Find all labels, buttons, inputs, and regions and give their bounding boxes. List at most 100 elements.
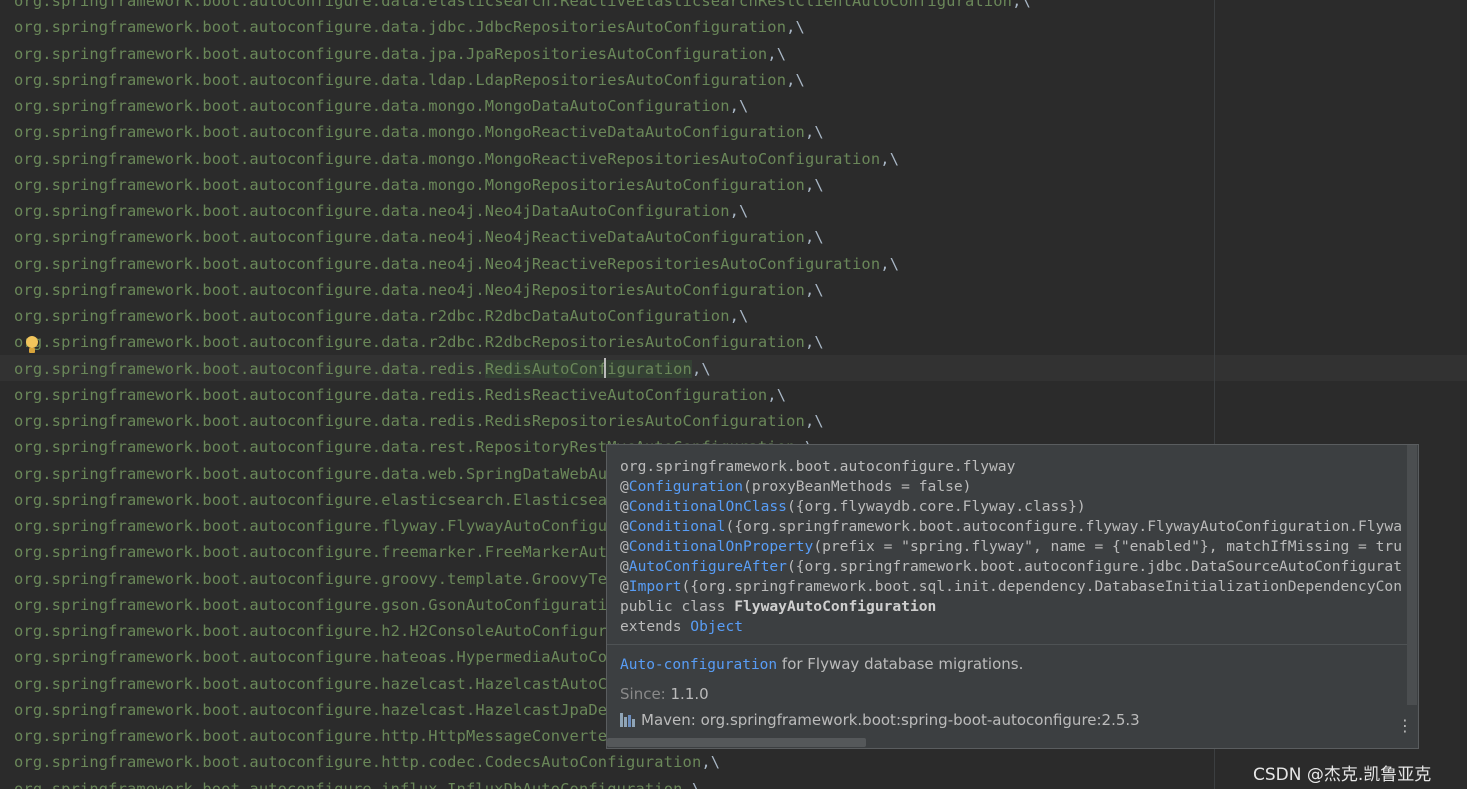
- code-text: org.springframework.boot.autoconfigure.d…: [14, 18, 787, 37]
- code-line[interactable]: org.springframework.boot.autoconfigure.h…: [14, 618, 673, 644]
- code-line[interactable]: org.springframework.boot.autoconfigure.d…: [14, 224, 824, 250]
- code-text: org.springframework.boot.autoconfigure.d…: [14, 254, 881, 273]
- maven-library-icon: [620, 713, 636, 727]
- text-caret: [604, 358, 606, 378]
- description-link[interactable]: Auto-configuration: [620, 657, 777, 673]
- code-line[interactable]: org.springframework.boot.autoconfigure.d…: [14, 146, 899, 172]
- code-line[interactable]: org.springframework.boot.autoconfigure.i…: [14, 776, 701, 789]
- vertical-scrollbar[interactable]: [1407, 445, 1417, 705]
- documentation-description: Auto-configuration for Flyway database m…: [620, 655, 1023, 673]
- code-line[interactable]: org.springframework.boot.autoconfigure.d…: [14, 303, 748, 329]
- code-line[interactable]: org.springframework.boot.autoconfigure.d…: [14, 408, 824, 434]
- code-line[interactable]: org.springframework.boot.autoconfigure.d…: [14, 277, 824, 303]
- line-continuation: ,\: [682, 779, 702, 789]
- code-text: org.springframework.boot.autoconfigure.d…: [14, 149, 881, 168]
- annotation-args: (prefix = "spring.flyway", name = {"enab…: [813, 538, 1402, 555]
- code-text: org.springframework.boot.autoconfigure.f…: [14, 517, 664, 535]
- line-continuation: ,\: [729, 97, 749, 115]
- description-text: for Flyway database migrations.: [777, 655, 1024, 673]
- line-continuation: ,\: [804, 412, 824, 430]
- line-continuation: ,\: [1012, 0, 1031, 10]
- line-continuation: ,\: [880, 254, 900, 273]
- quick-documentation-popup[interactable]: org.springframework.boot.autoconfigure.f…: [606, 444, 1419, 749]
- extends-prefix: extends: [620, 618, 691, 635]
- code-line[interactable]: org.springframework.boot.autoconfigure.d…: [14, 0, 1031, 14]
- line-continuation: ,\: [880, 149, 900, 168]
- code-text: org.springframework.boot.autoconfigure.d…: [14, 44, 768, 63]
- code-line[interactable]: org.springframework.boot.autoconfigure.d…: [14, 251, 899, 277]
- code-line[interactable]: org.springframework.boot.autoconfigure.f…: [14, 513, 683, 539]
- maven-info: Maven: org.springframework.boot:spring-b…: [620, 711, 1140, 729]
- code-line[interactable]: org.springframework.boot.autoconfigure.g…: [14, 592, 645, 618]
- divider: [607, 644, 1408, 645]
- annotation-link[interactable]: ConditionalOnClass: [629, 498, 787, 515]
- line-continuation: ,\: [729, 202, 749, 220]
- code-text: org.springframework.boot.autoconfigure.g…: [14, 595, 627, 614]
- annotation-at: @: [620, 498, 629, 515]
- documentation-signature: org.springframework.boot.autoconfigure.f…: [620, 457, 1410, 637]
- since-info: Since: 1.1.0: [620, 685, 709, 703]
- code-line[interactable]: org.springframework.boot.autoconfigure.d…: [14, 14, 805, 40]
- line-continuation: ,\: [804, 280, 824, 299]
- code-text: org.springframework.boot.autoconfigure.d…: [14, 385, 768, 404]
- since-label: Since:: [620, 685, 666, 703]
- code-text: org.springframework.boot.autoconfigure.d…: [14, 412, 805, 430]
- since-value: 1.1.0: [670, 685, 709, 703]
- code-line[interactable]: org.springframework.boot.autoconfigure.d…: [14, 119, 824, 145]
- code-text: org.springframework.boot.autoconfigure.d…: [14, 280, 805, 299]
- annotation-link[interactable]: ConditionalOnProperty: [629, 538, 814, 555]
- annotation-link[interactable]: AutoConfigureAfter: [629, 558, 787, 575]
- code-text: org.springframework.boot.autoconfigure.d…: [14, 228, 805, 247]
- code-line[interactable]: org.springframework.boot.autoconfigure.d…: [14, 41, 786, 67]
- line-continuation: ,\: [804, 228, 824, 247]
- annotation-args: ({org.springframework.boot.sql.init.depe…: [681, 578, 1402, 595]
- code-line[interactable]: org.springframework.boot.autoconfigure.d…: [14, 198, 748, 224]
- annotation-at: @: [620, 578, 629, 595]
- horizontal-scrollbar[interactable]: [607, 738, 866, 747]
- line-continuation: ,\: [701, 753, 721, 772]
- code-text: org.springframework.boot.autoconfigure.d…: [14, 0, 1013, 10]
- code-line[interactable]: org.springframework.boot.autoconfigure.d…: [14, 93, 748, 119]
- annotation-link[interactable]: Configuration: [629, 478, 743, 495]
- annotation-line: @AutoConfigureAfter({org.springframework…: [620, 557, 1410, 577]
- line-continuation: ,\: [804, 333, 824, 352]
- code-text: org.springframework.boot.autoconfigure.d…: [14, 307, 730, 325]
- code-line[interactable]: org.springframework.boot.autoconfigure.d…: [14, 172, 824, 198]
- code-text: org.springframework.boot.autoconfigure.d…: [14, 70, 787, 89]
- annotation-link[interactable]: Import: [629, 578, 682, 595]
- line-continuation: ,\: [804, 123, 824, 142]
- code-text: org.springframework.boot.autoconfigure.h…: [14, 622, 655, 640]
- line-continuation: ,\: [804, 175, 824, 194]
- lightbulb-icon[interactable]: [25, 336, 39, 354]
- code-text: org.springframework.boot.autoconfigure.d…: [14, 175, 805, 194]
- annotation-line: @ConditionalOnClass({org.flywaydb.core.F…: [620, 497, 1410, 517]
- code-text: org.springframework.boot.autoconfigure.d…: [14, 333, 805, 352]
- code-line[interactable]: org.springframework.boot.autoconfigure.d…: [14, 356, 711, 382]
- code-line[interactable]: org.springframework.boot.autoconfigure.d…: [14, 67, 805, 93]
- watermark: CSDN @杰克.凯鲁亚克: [1253, 765, 1432, 785]
- annotation-at: @: [620, 478, 629, 495]
- maven-coordinates: Maven: org.springframework.boot:spring-b…: [641, 711, 1140, 729]
- code-text: org.springframework.boot.autoconfigure.d…: [14, 202, 730, 220]
- code-text: org.springframework.boot.autoconfigure.h…: [14, 753, 702, 772]
- annotation-link[interactable]: Conditional: [629, 518, 726, 535]
- code-line[interactable]: org.springframework.boot.autoconfigure.d…: [14, 382, 786, 408]
- class-name: FlywayAutoConfiguration: [734, 598, 937, 615]
- annotation-args: ({org.springframework.boot.autoconfigure…: [786, 558, 1402, 575]
- annotation-line: @Configuration(proxyBeanMethods = false): [620, 477, 1410, 497]
- line-continuation: ,\: [786, 18, 805, 37]
- annotation-args: (proxyBeanMethods = false): [743, 478, 972, 495]
- annotation-line: @ConditionalOnProperty(prefix = "spring.…: [620, 537, 1410, 557]
- line-continuation: ,\: [767, 44, 787, 63]
- line-continuation: ,\: [786, 70, 805, 89]
- highlighted-identifier[interactable]: RedisAutoConfiguration: [484, 359, 692, 378]
- code-text: org.springframework.boot.autoconfigure.i…: [14, 779, 683, 789]
- code-line[interactable]: org.springframework.boot.autoconfigure.d…: [14, 329, 824, 355]
- declaration-prefix: public class: [620, 598, 735, 615]
- extends-link[interactable]: Object: [690, 618, 743, 635]
- class-declaration: public class FlywayAutoConfiguration: [620, 597, 1410, 617]
- annotation-at: @: [620, 518, 629, 535]
- annotation-args: ({org.flywaydb.core.Flyway.class}): [786, 498, 1086, 515]
- code-line[interactable]: org.springframework.boot.autoconfigure.h…: [14, 749, 720, 775]
- more-vertical-icon[interactable]: ⋮: [1397, 717, 1413, 735]
